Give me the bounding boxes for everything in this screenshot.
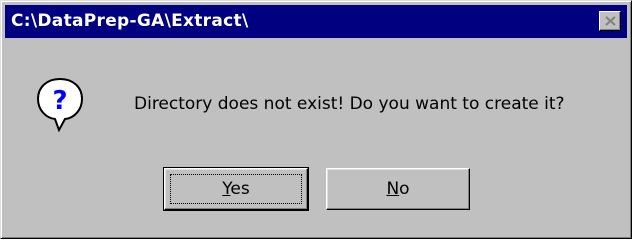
no-label-rest: o [399,179,410,199]
message-dialog: C:\DataPrep-GA\Extract\ ? Directory does… [0,0,632,239]
yes-button[interactable]: Yes [163,167,309,211]
no-button[interactable]: No [326,168,470,210]
title-bar[interactable]: C:\DataPrep-GA\Extract\ [5,5,627,38]
message-text: Directory does not exist! Do you want to… [134,94,565,114]
question-icon: ? [36,77,84,132]
svg-text:?: ? [52,86,67,116]
yes-button-label: Yes [165,179,307,199]
yes-label-rest: es [230,179,250,199]
no-accelerator: N [386,179,400,199]
window-title: C:\DataPrep-GA\Extract\ [11,11,249,31]
no-button-label: No [327,179,469,199]
close-icon [605,16,616,26]
close-button[interactable] [599,11,621,31]
